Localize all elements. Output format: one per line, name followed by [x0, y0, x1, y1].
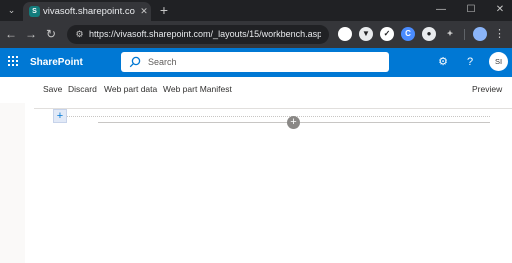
search-placeholder: Search	[148, 57, 177, 67]
minimize-icon[interactable]: —	[431, 3, 451, 17]
browser-tab[interactable]: S vivasoft.sharepoint.com/_l ✕	[23, 2, 151, 21]
left-margin	[0, 103, 25, 263]
workbench-command-bar: Save Discard Web part data Web part Mani…	[0, 77, 512, 103]
web-part-manifest-button[interactable]: Web part Manifest	[163, 83, 232, 96]
extension-checkmark-icon[interactable]: ✓	[380, 27, 394, 41]
tab-search-chevron-icon[interactable]: ⌄	[4, 3, 19, 18]
settings-gear-icon[interactable]: ⚙	[436, 55, 450, 69]
user-avatar[interactable]: SI	[489, 52, 508, 71]
maximize-icon[interactable]: ☐	[461, 3, 481, 17]
close-window-icon[interactable]: ✕	[490, 3, 510, 17]
add-webpart-icon[interactable]: +	[287, 116, 300, 129]
reload-icon[interactable]: ↻	[44, 27, 58, 41]
extension-mask-icon[interactable]: ●	[422, 27, 436, 41]
browser-toolbar: ← → ↻ ⚙ https://vivasoft.sharepoint.com/…	[0, 21, 512, 48]
url-text[interactable]: https://vivasoft.sharepoint.com/_layouts…	[89, 28, 321, 41]
browser-menu-icon[interactable]: ⋮	[494, 27, 505, 41]
forward-icon[interactable]: →	[24, 27, 38, 41]
extension-shield-icon[interactable]: ▼	[359, 27, 373, 41]
search-icon	[129, 56, 141, 68]
profile-avatar[interactable]	[473, 27, 487, 41]
back-icon[interactable]: ←	[4, 27, 18, 41]
extension-c-icon[interactable]: C	[401, 27, 415, 41]
tab-close-icon[interactable]: ✕	[139, 5, 149, 18]
search-box[interactable]: Search	[121, 52, 389, 72]
discard-button[interactable]: Discard	[68, 83, 97, 96]
preview-button[interactable]: Preview	[472, 83, 502, 96]
canvas-top-border	[34, 108, 512, 109]
toolbar-divider	[464, 29, 465, 40]
web-part-data-button[interactable]: Web part data	[104, 83, 157, 96]
site-info-icon[interactable]: ⚙	[73, 28, 86, 41]
address-bar[interactable]: ⚙ https://vivasoft.sharepoint.com/_layou…	[67, 25, 329, 44]
tab-title: vivasoft.sharepoint.com/_l	[43, 6, 135, 17]
app-name[interactable]: SharePoint	[30, 56, 110, 69]
section-dotted-line	[66, 116, 490, 117]
extensions-puzzle-icon[interactable]: ✦	[443, 27, 457, 41]
help-icon[interactable]: ?	[463, 55, 477, 69]
new-tab-icon[interactable]: +	[156, 2, 172, 18]
extension-circle-icon[interactable]	[338, 27, 352, 41]
sharepoint-favicon-icon: S	[29, 6, 40, 17]
save-button[interactable]: Save	[43, 83, 62, 96]
browser-title-bar: ⌄ S vivasoft.sharepoint.com/_l ✕ + — ☐ ✕	[0, 0, 512, 21]
sharepoint-suite-bar: SharePoint Search ⚙ ? SI	[0, 48, 512, 77]
add-section-icon[interactable]: +	[53, 109, 67, 123]
app-launcher-icon[interactable]	[8, 56, 18, 66]
